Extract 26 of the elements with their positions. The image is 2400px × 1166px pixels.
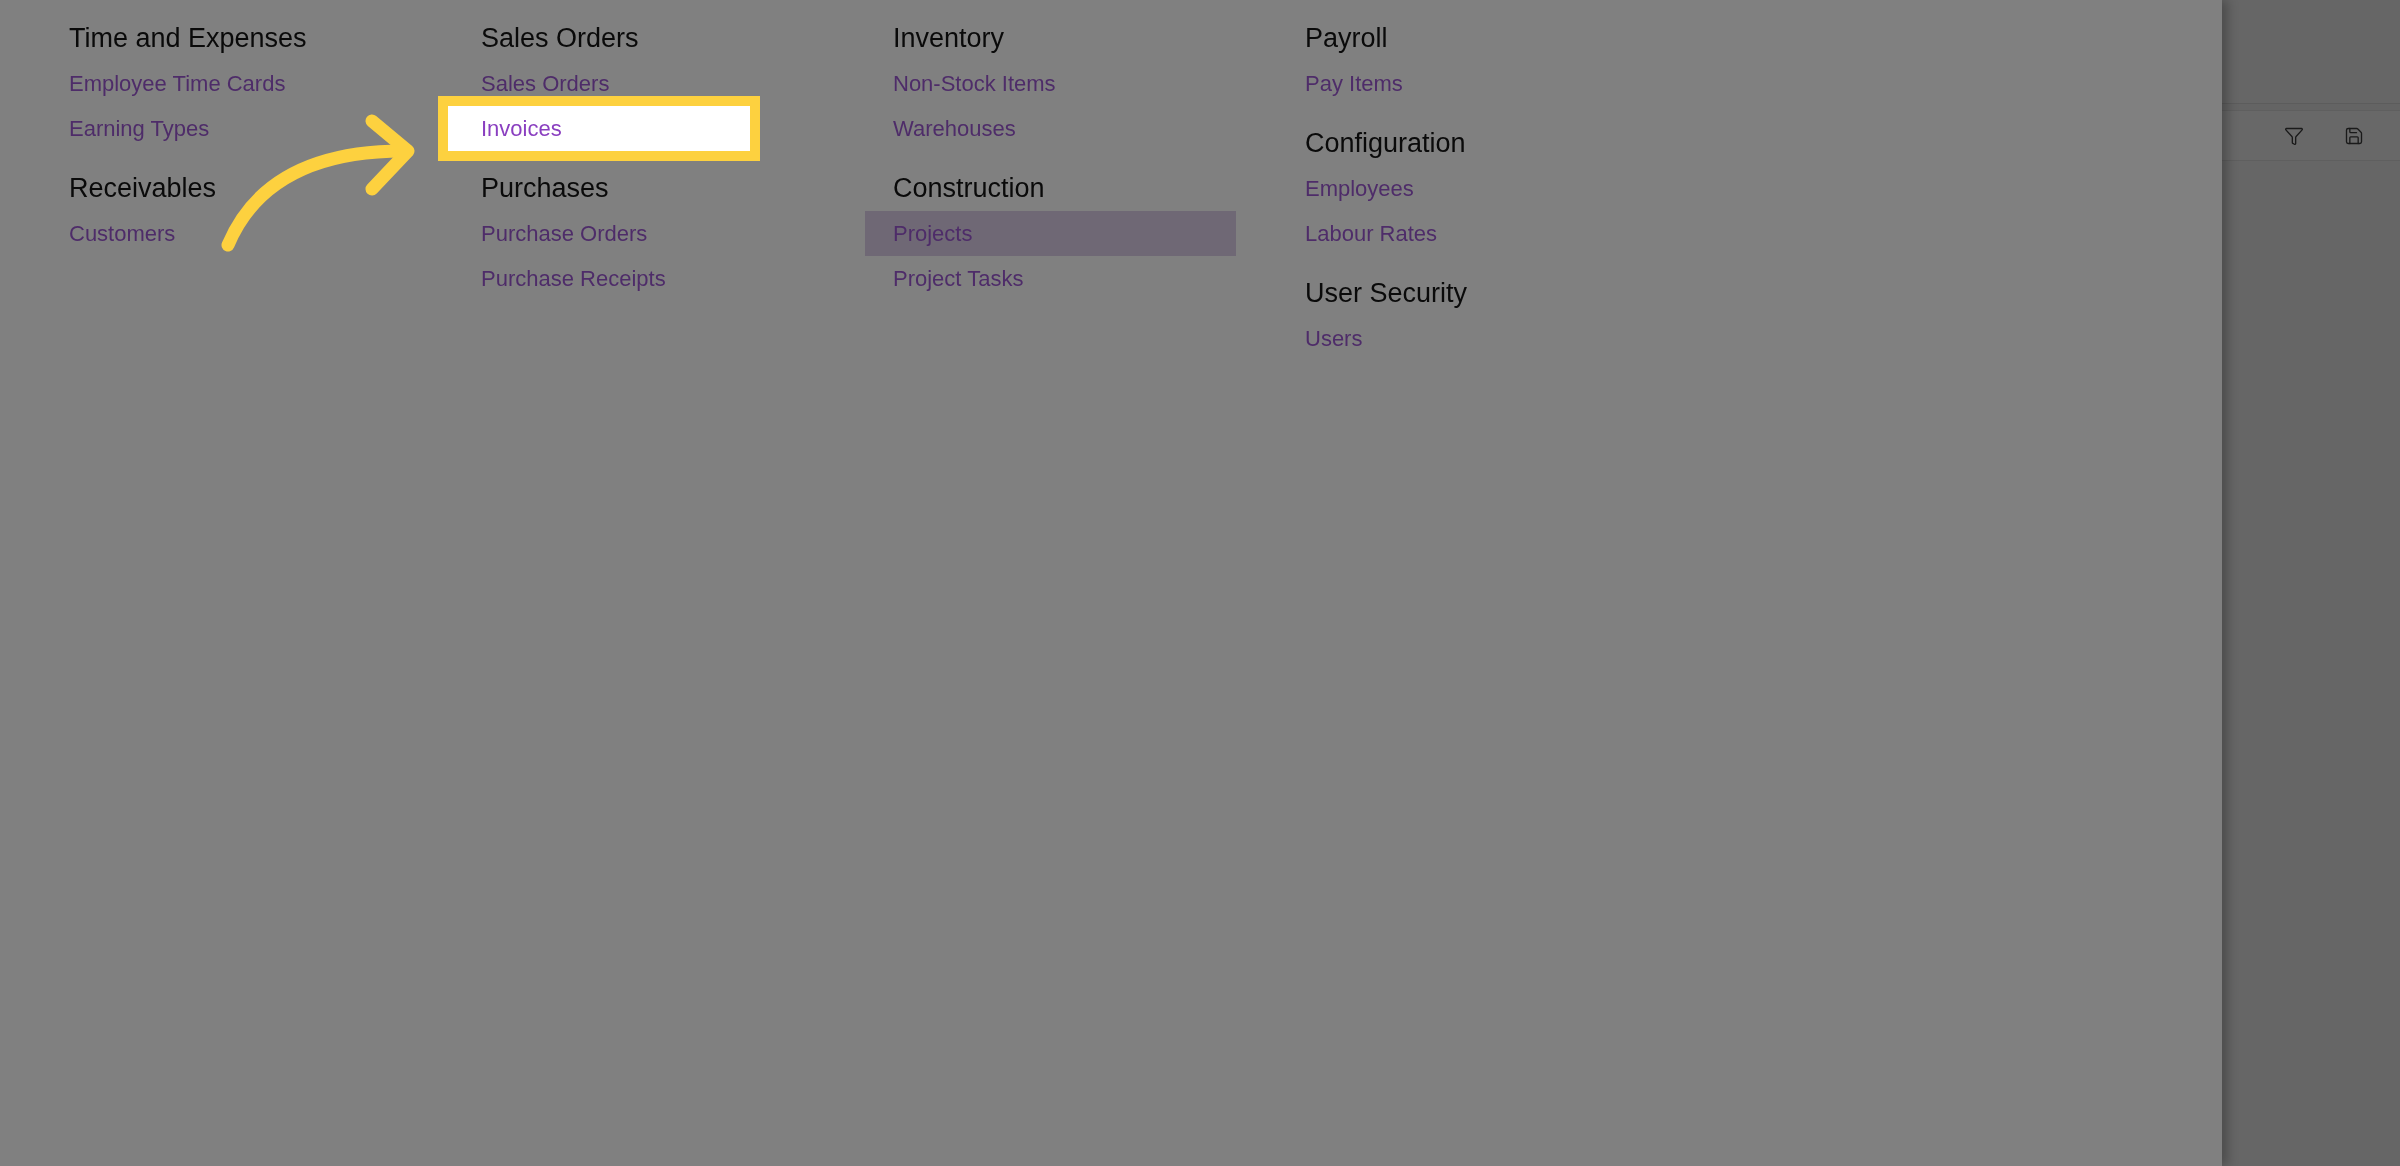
section-heading: Construction	[893, 173, 1045, 203]
menu-link[interactable]: Purchase Receipts	[481, 266, 666, 291]
section-heading: Sales Orders	[481, 23, 639, 53]
menu-link[interactable]: Non-Stock Items	[893, 71, 1056, 96]
save-icon	[2344, 125, 2364, 146]
menu-link[interactable]: Projects	[865, 211, 1236, 256]
section-heading: User Security	[1305, 278, 1468, 308]
filter-icon	[2284, 125, 2304, 146]
section-heading: Inventory	[893, 23, 1005, 53]
menu-link[interactable]: Project Tasks	[893, 266, 1024, 291]
menu-link[interactable]: Sales Orders	[481, 71, 610, 96]
section-heading: Time and Expenses	[69, 23, 307, 53]
menu-link[interactable]: Labour Rates	[1305, 221, 1438, 246]
menu-link[interactable]: Earning Types	[69, 116, 210, 141]
section-heading: Payroll	[1305, 23, 1388, 53]
section-heading: Purchases	[481, 173, 609, 203]
section-heading: Receivables	[69, 173, 217, 203]
menu-link[interactable]: Invoices	[438, 96, 760, 161]
menu-link[interactable]: Customers	[69, 221, 176, 246]
menu-link[interactable]: Purchase Orders	[481, 221, 648, 246]
menu-link[interactable]: Users	[1305, 326, 1363, 351]
menu-link[interactable]: Employee Time Cards	[69, 71, 286, 96]
menu-link[interactable]: Pay Items	[1305, 71, 1403, 96]
menu-link[interactable]: Warehouses	[893, 116, 1016, 141]
menu-link[interactable]: Employees	[1305, 176, 1414, 201]
section-heading: Configuration	[1305, 128, 1466, 158]
